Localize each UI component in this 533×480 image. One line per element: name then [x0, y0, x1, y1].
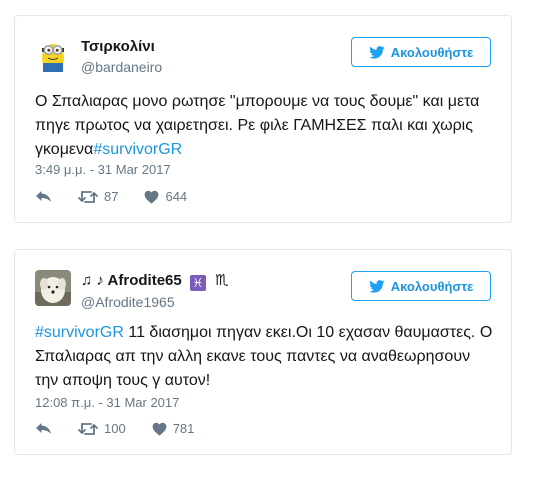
tweet-actions: 100 781	[35, 421, 194, 436]
pisces-emoji: ♓	[189, 275, 206, 291]
follow-button[interactable]: Ακολουθήστε	[351, 271, 491, 301]
reply-button[interactable]	[35, 422, 52, 435]
tweet-actions: 87 644	[35, 189, 187, 204]
scorpio-symbol: ♏	[215, 272, 229, 289]
retweet-icon	[78, 422, 98, 435]
reply-icon	[36, 191, 51, 202]
reply-button[interactable]	[35, 190, 52, 203]
timestamp[interactable]: 3:49 μ.μ. - 31 Mar 2017	[35, 162, 171, 177]
author-info: ♫ ♪ Afrodite65 ♓ ♏ @Afrodite1965	[81, 272, 229, 311]
like-count: 781	[172, 421, 195, 436]
hashtag-link[interactable]: #survivorGR	[35, 324, 124, 341]
reply-icon	[36, 423, 51, 434]
twitter-bird-icon	[368, 279, 385, 293]
avatar[interactable]	[35, 270, 71, 306]
follow-button[interactable]: Ακολουθήστε	[351, 37, 491, 67]
display-name[interactable]: ♫ ♪ Afrodite65 ♓ ♏	[81, 272, 229, 291]
dog-photo-avatar-icon	[35, 270, 71, 306]
handle[interactable]: @bardaneiro	[81, 58, 162, 76]
display-name-text: Afrodite65	[107, 272, 182, 289]
hashtag-link[interactable]: #survivorGR	[93, 141, 182, 158]
minion-avatar-icon	[35, 36, 71, 72]
like-button[interactable]: 781	[152, 421, 195, 436]
timestamp[interactable]: 12:08 π.μ. - 31 Mar 2017	[35, 395, 179, 410]
music-notes-emoji: ♫ ♪	[81, 272, 104, 289]
retweet-count: 87	[104, 189, 119, 204]
tweet-card: ♫ ♪ Afrodite65 ♓ ♏ @Afrodite1965 Ακολουθ…	[14, 249, 512, 455]
like-button[interactable]: 644	[144, 189, 187, 204]
heart-icon	[152, 422, 167, 436]
retweet-count: 100	[104, 421, 126, 436]
retweet-button[interactable]: 87	[78, 189, 118, 204]
tweet-text: #survivorGR 11 διασημοι πηγαν εκει.Οι 10…	[35, 321, 497, 393]
handle[interactable]: @Afrodite1965	[81, 293, 229, 311]
display-name[interactable]: Τσιρκολίνι	[81, 38, 162, 56]
twitter-bird-icon	[368, 45, 385, 59]
retweet-button[interactable]: 100	[78, 421, 126, 436]
retweet-icon	[78, 190, 98, 203]
author-info: Τσιρκολίνι @bardaneiro	[81, 38, 162, 76]
like-count: 644	[165, 189, 188, 204]
follow-label: Ακολουθήστε	[390, 278, 474, 294]
tweet-card: Τσιρκολίνι @bardaneiro Ακολουθήστε Ο Σπα…	[14, 15, 512, 223]
follow-label: Ακολουθήστε	[390, 44, 474, 60]
avatar[interactable]	[35, 36, 71, 72]
heart-icon	[145, 190, 159, 204]
tweet-text: Ο Σπαλιαρας μονο ρωτησε "μπορουμε να του…	[35, 90, 497, 162]
